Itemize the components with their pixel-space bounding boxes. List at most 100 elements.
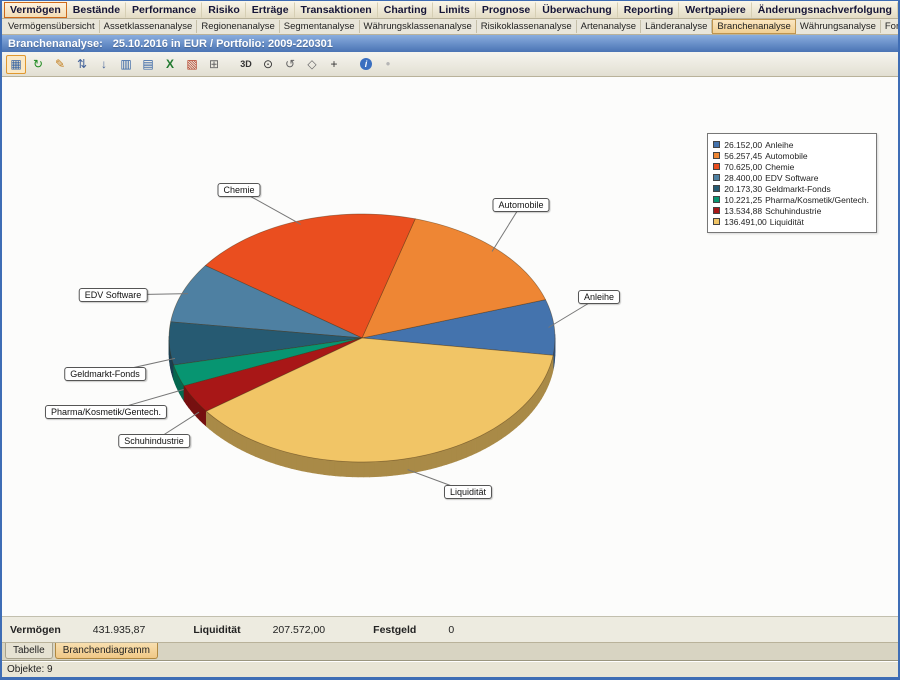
legend-text: 70.625,00Chemie — [724, 162, 794, 172]
legend-item-chemie: 70.625,00Chemie — [713, 161, 869, 172]
festgeld-label: Festgeld — [373, 624, 416, 636]
excel-export-icon[interactable]: X — [160, 55, 180, 74]
pie-slice-side — [275, 449, 280, 466]
pie-slice-side — [369, 462, 375, 477]
pie-slice-side — [286, 452, 291, 468]
legend-swatch — [713, 196, 720, 203]
pie-label-liquiditaet: Liquidität — [444, 485, 492, 499]
menu-ueberwachung[interactable]: Überwachung — [536, 2, 617, 18]
pie-slice-side — [489, 429, 493, 446]
filter-edit-icon[interactable]: ✎ — [50, 55, 70, 74]
pie-slice-side — [358, 462, 364, 477]
pie-slice-side — [485, 431, 489, 448]
tab-vermoegensuebersicht[interactable]: Vermögensübersicht — [4, 20, 100, 33]
summary-bar: Vermögen 431.935,87 Liquidität 207.572,0… — [2, 616, 898, 642]
menu-risiko[interactable]: Risiko — [202, 2, 246, 18]
rotate-icon[interactable]: ↺ — [280, 55, 300, 74]
object-count: Objekte: 9 — [7, 664, 53, 675]
pie-slice-side — [318, 459, 324, 475]
pie-slice-side — [431, 452, 436, 468]
liquiditaet-value: 207.572,00 — [273, 624, 326, 636]
pie-slice-side — [330, 460, 336, 476]
menubar: Vermögen Bestände Performance Risiko Ert… — [2, 1, 898, 19]
pie-slice-side — [462, 442, 467, 459]
pie-slice-side — [242, 435, 247, 452]
legend-swatch — [713, 218, 720, 225]
legend-item-liquiditaet: 136.491,00Liquidität — [713, 216, 869, 227]
bottom-tab-branchendiagramm[interactable]: Branchendiagramm — [55, 643, 158, 659]
legend-text: 28.400,00EDV Software — [724, 173, 818, 183]
pie-slice-side — [307, 457, 313, 473]
pie-slice-side — [256, 441, 261, 458]
toolbar: ▦ ↻ ✎ ⇅ ↓ ▥ ▤ X ▧ ⊞ 3D ⊙ ↺ ◇ + i ● — [2, 52, 898, 77]
bottom-tab-tabelle[interactable]: Tabelle — [5, 643, 53, 659]
tab-segmentanalyse[interactable]: Segmentanalyse — [280, 20, 360, 33]
pie-slice-side — [347, 462, 353, 477]
columns-chart-icon[interactable]: ▥ — [116, 55, 136, 74]
sort-icon[interactable]: ⇅ — [72, 55, 92, 74]
table-view-icon[interactable]: ▤ — [138, 55, 158, 74]
tab-risikoklassenanalyse[interactable]: Risikoklassenanalyse — [477, 20, 577, 33]
pie-label-chemie: Chemie — [217, 183, 260, 197]
pie-slice-side — [229, 428, 233, 445]
tab-fondsbreakdown[interactable]: Fondsbreakdown — [881, 20, 898, 33]
pie-slice-side — [392, 460, 398, 476]
refresh-icon[interactable]: ↻ — [28, 55, 48, 74]
pie-slice-side — [452, 446, 457, 463]
menu-charting[interactable]: Charting — [378, 2, 433, 18]
pie-slice-side — [398, 459, 404, 475]
menu-performance[interactable]: Performance — [126, 2, 202, 18]
chart-type-icon[interactable]: ▧ — [182, 55, 202, 74]
chart-settings-icon[interactable]: ▦ — [6, 55, 26, 74]
pie-slice-side — [324, 460, 330, 476]
menu-bestaende[interactable]: Bestände — [67, 2, 126, 18]
view-title-bar: Branchenanalyse: 25.10.2016 in EUR / Por… — [2, 35, 898, 52]
drilldown-icon[interactable]: ↓ — [94, 55, 114, 74]
pie-slice-side — [246, 437, 251, 454]
pie-slice-side — [291, 453, 296, 469]
menu-wertpapiere[interactable]: Wertpapiere — [679, 2, 752, 18]
vermoegen-value: 431.935,87 — [93, 624, 146, 636]
3d-toggle-icon[interactable]: 3D — [236, 55, 256, 74]
menu-ertraege[interactable]: Erträge — [246, 2, 295, 18]
add-icon[interactable]: + — [324, 55, 344, 74]
copy-icon[interactable]: ⊞ — [204, 55, 224, 74]
bottom-tab-bar: Tabelle Branchendiagramm — [2, 642, 898, 660]
tab-artenanalyse[interactable]: Artenanalyse — [577, 20, 641, 33]
tab-assetklassenanalyse[interactable]: Assetklassenanalyse — [100, 20, 198, 33]
menu-vermoegen[interactable]: Vermögen — [4, 2, 67, 18]
pie-slice-side — [225, 425, 229, 443]
zoom-icon[interactable]: ⊙ — [258, 55, 278, 74]
pie-slice-side — [476, 436, 481, 453]
pie-slice-side — [441, 449, 446, 466]
pie-slice-side — [457, 444, 462, 461]
tab-laenderanalyse[interactable]: Länderanalyse — [641, 20, 712, 33]
pie-slice-side — [302, 456, 307, 472]
pie-label-anleihe: Anleihe — [578, 290, 620, 304]
menu-reporting[interactable]: Reporting — [618, 2, 680, 18]
tab-waehrungsklassenanalyse[interactable]: Währungsklassenanalyse — [360, 20, 477, 33]
tab-regionenanalyse[interactable]: Regionenanalyse — [197, 20, 279, 33]
menu-limits[interactable]: Limits — [433, 2, 476, 18]
menu-transaktionen[interactable]: Transaktionen — [295, 2, 378, 18]
pie-slice-side — [375, 461, 381, 476]
vermoegen-label: Vermögen — [10, 624, 61, 636]
info-icon[interactable]: i — [356, 55, 376, 74]
disabled-icon: ● — [378, 55, 398, 74]
festgeld-value: 0 — [448, 624, 454, 636]
tab-waehrungsanalyse[interactable]: Währungsanalyse — [796, 20, 881, 33]
legend-text: 10.221,25Pharma/Kosmetik/Gentech. — [724, 195, 869, 205]
pie-slice-side — [281, 450, 286, 466]
menu-prognose[interactable]: Prognose — [476, 2, 536, 18]
menu-aenderungsnachverfolgung[interactable]: Änderungsnachverfolgung — [752, 2, 898, 18]
perspective-icon[interactable]: ◇ — [302, 55, 322, 74]
page-title: Branchenanalyse: — [8, 38, 103, 50]
pie-slice-side — [466, 440, 471, 457]
pie-slice-side — [335, 461, 341, 476]
legend-swatch — [713, 174, 720, 181]
analysis-tab-bar: Vermögensübersicht Assetklassenanalyse R… — [2, 19, 898, 35]
legend-item-automobile: 56.257,45Automobile — [713, 150, 869, 161]
tab-branchenanalyse[interactable]: Branchenanalyse — [712, 19, 795, 34]
legend-item-edv-software: 28.400,00EDV Software — [713, 172, 869, 183]
chart-legend: 26.152,00Anleihe 56.257,45Automobile 70.… — [707, 133, 877, 233]
